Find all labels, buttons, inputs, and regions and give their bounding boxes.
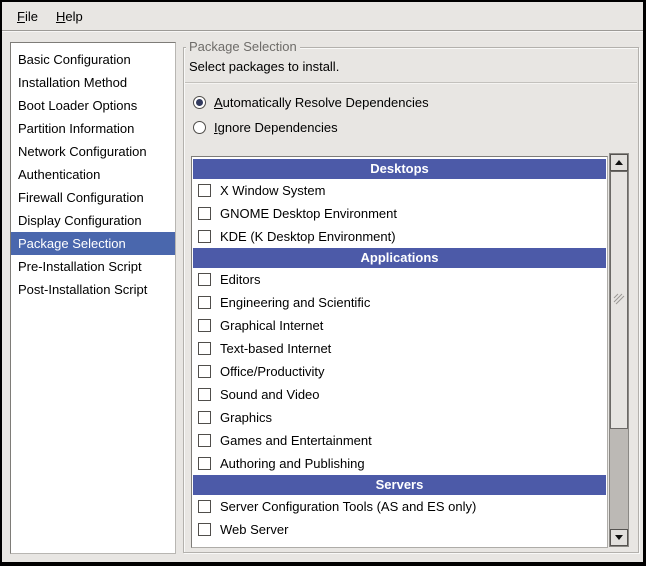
radio-ignore-dependencies[interactable]: Ignore Dependencies [193, 117, 338, 137]
package-row-office-productivity[interactable]: Office/Productivity [192, 360, 607, 383]
menu-help[interactable]: Help [47, 5, 92, 28]
sidebar-item-display-configuration[interactable]: Display Configuration [11, 209, 175, 232]
package-row-engineering-scientific[interactable]: Engineering and Scientific [192, 291, 607, 314]
kickstart-configurator-window: File Help Basic Configuration Installati… [0, 0, 646, 566]
package-row-graphical-internet[interactable]: Graphical Internet [192, 314, 607, 337]
checkbox[interactable] [198, 184, 211, 197]
section-header-applications[interactable]: Applications [193, 248, 606, 268]
checkbox[interactable] [198, 411, 211, 424]
package-list: Desktops X Window System GNOME Desktop E… [191, 156, 608, 548]
radio-button-icon[interactable] [193, 96, 206, 109]
package-label: Web Server [220, 522, 288, 537]
radio-resolve-dependencies[interactable]: Automatically Resolve Dependencies [193, 92, 429, 112]
section-header-servers[interactable]: Servers [193, 475, 606, 495]
checkbox[interactable] [198, 207, 211, 220]
sidebar-item-authentication[interactable]: Authentication [11, 163, 175, 186]
package-row-x-window-system[interactable]: X Window System [192, 179, 607, 202]
menu-bar: File Help [2, 2, 643, 31]
scrollbar-thumb[interactable] [610, 171, 628, 429]
section-header-desktops[interactable]: Desktops [193, 159, 606, 179]
package-label: X Window System [220, 183, 325, 198]
sidebar-item-basic-configuration[interactable]: Basic Configuration [11, 48, 175, 71]
package-label: Server Configuration Tools (AS and ES on… [220, 499, 476, 514]
frame-title: Package Selection [186, 39, 300, 54]
package-label: GNOME Desktop Environment [220, 206, 397, 221]
package-label: Games and Entertainment [220, 433, 372, 448]
package-row-kde-desktop[interactable]: KDE (K Desktop Environment) [192, 225, 607, 248]
package-row-authoring-publishing[interactable]: Authoring and Publishing [192, 452, 607, 475]
sidebar-item-firewall-configuration[interactable]: Firewall Configuration [11, 186, 175, 209]
checkbox[interactable] [198, 230, 211, 243]
package-list-scrollbar[interactable] [609, 153, 629, 547]
package-label: Engineering and Scientific [220, 295, 370, 310]
arrow-down-icon [615, 535, 623, 540]
package-label: Graphical Internet [220, 318, 323, 333]
package-label: Sound and Video [220, 387, 320, 402]
thumb-grip-icon [613, 293, 625, 307]
package-label: Text-based Internet [220, 341, 331, 356]
checkbox[interactable] [198, 296, 211, 309]
checkbox[interactable] [198, 500, 211, 513]
instruction-text: Select packages to install. [189, 59, 339, 74]
checkbox[interactable] [198, 319, 211, 332]
checkbox[interactable] [198, 273, 211, 286]
arrow-up-icon [615, 160, 623, 165]
sidebar-item-package-selection[interactable]: Package Selection [11, 232, 175, 255]
checkbox[interactable] [198, 388, 211, 401]
package-row-editors[interactable]: Editors [192, 268, 607, 291]
package-label: KDE (K Desktop Environment) [220, 229, 396, 244]
radio-label: Automatically Resolve Dependencies [214, 95, 429, 110]
package-row-sound-and-video[interactable]: Sound and Video [192, 383, 607, 406]
package-label: Authoring and Publishing [220, 456, 365, 471]
scroll-up-button[interactable] [610, 154, 628, 171]
sidebar-item-pre-installation-script[interactable]: Pre-Installation Script [11, 255, 175, 278]
separator [185, 82, 637, 83]
scroll-down-button[interactable] [610, 529, 628, 546]
checkbox[interactable] [198, 457, 211, 470]
package-row-games-entertainment[interactable]: Games and Entertainment [192, 429, 607, 452]
checkbox[interactable] [198, 365, 211, 378]
package-row-gnome-desktop[interactable]: GNOME Desktop Environment [192, 202, 607, 225]
package-row-server-config-tools[interactable]: Server Configuration Tools (AS and ES on… [192, 495, 607, 518]
sidebar-item-partition-information[interactable]: Partition Information [11, 117, 175, 140]
package-label: Editors [220, 272, 260, 287]
package-selection-frame: Package Selection Select packages to ins… [183, 47, 639, 553]
sidebar-item-boot-loader-options[interactable]: Boot Loader Options [11, 94, 175, 117]
menu-file[interactable]: File [8, 5, 47, 28]
checkbox[interactable] [198, 523, 211, 536]
package-row-text-based-internet[interactable]: Text-based Internet [192, 337, 607, 360]
package-row-web-server[interactable]: Web Server [192, 518, 607, 541]
sidebar-item-post-installation-script[interactable]: Post-Installation Script [11, 278, 175, 301]
checkbox[interactable] [198, 434, 211, 447]
sidebar-item-installation-method[interactable]: Installation Method [11, 71, 175, 94]
package-row-graphics[interactable]: Graphics [192, 406, 607, 429]
package-label: Graphics [220, 410, 272, 425]
package-label: Office/Productivity [220, 364, 325, 379]
sidebar-item-network-configuration[interactable]: Network Configuration [11, 140, 175, 163]
radio-button-icon[interactable] [193, 121, 206, 134]
radio-label: Ignore Dependencies [214, 120, 338, 135]
checkbox[interactable] [198, 342, 211, 355]
section-list: Basic Configuration Installation Method … [10, 42, 176, 554]
